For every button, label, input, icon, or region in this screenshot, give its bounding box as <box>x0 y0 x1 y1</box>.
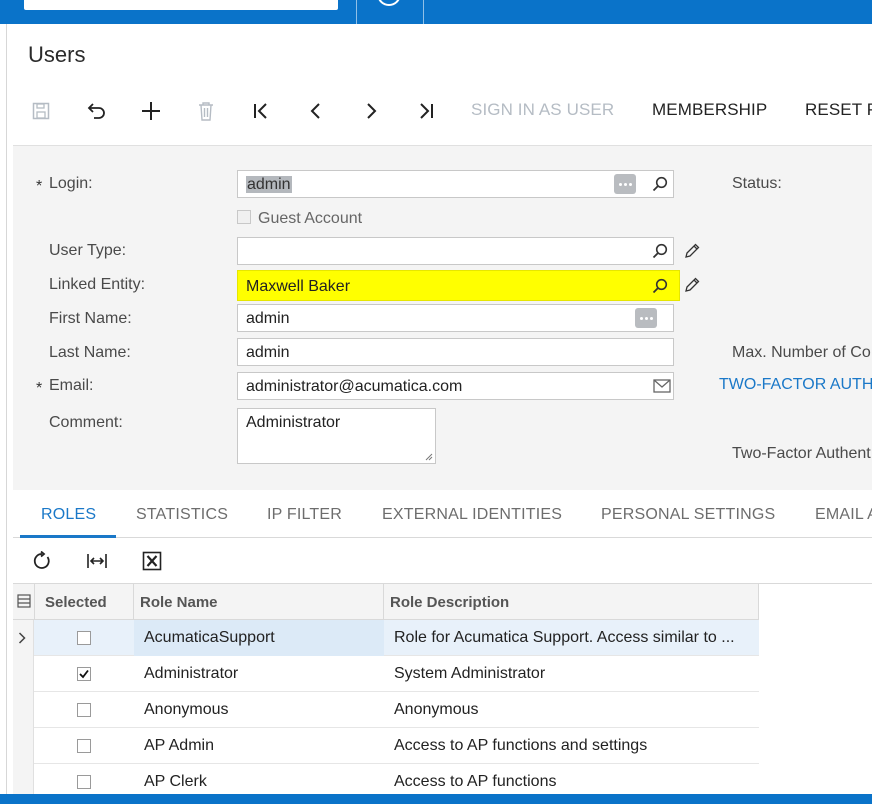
edit-pencil-icon[interactable] <box>683 276 701 294</box>
row-selector[interactable] <box>13 692 34 728</box>
excel-export-icon[interactable] <box>141 550 163 572</box>
bottom-bar <box>0 794 872 804</box>
grid-header: Selected Role Name Role Description <box>13 584 759 620</box>
user-type-label: User Type: <box>49 242 127 259</box>
grid-toolbar <box>13 538 872 584</box>
refresh-icon[interactable] <box>31 550 53 572</box>
last-name-field[interactable]: admin <box>237 338 674 366</box>
comment-value: Administrator <box>246 414 341 431</box>
tab-bar: ROLES STATISTICS IP FILTER EXTERNAL IDEN… <box>13 490 872 538</box>
left-divider <box>6 24 7 794</box>
topbar-divider <box>356 0 357 24</box>
tab-statistics[interactable]: STATISTICS <box>136 506 228 524</box>
mail-icon[interactable] <box>652 378 672 394</box>
linked-entity-label: Linked Entity: <box>49 276 146 293</box>
guest-account-checkbox[interactable] <box>237 210 251 224</box>
linked-entity-field[interactable]: Maxwell Baker <box>237 270 680 301</box>
role-name: AP Admin <box>144 737 214 754</box>
last-name-label: Last Name: <box>49 344 131 361</box>
form-toolbar: SIGN IN AS USER MEMBERSHIP RESET P <box>24 94 872 128</box>
first-name-field[interactable]: admin <box>237 304 674 332</box>
table-row[interactable]: AP Admin Access to AP functions and sett… <box>13 728 759 764</box>
role-description: System Administrator <box>394 665 546 682</box>
previous-icon[interactable] <box>299 94 333 128</box>
comment-label: Comment: <box>49 414 123 431</box>
two-factor-auth-link[interactable]: TWO-FACTOR AUTH <box>719 376 872 394</box>
next-icon[interactable] <box>354 94 388 128</box>
user-form: * Login: admin Guest Account User Type: … <box>13 145 872 490</box>
role-description: Access to AP functions <box>394 773 557 790</box>
max-connections-label: Max. Number of Co <box>732 344 871 361</box>
role-name: Anonymous <box>144 701 229 718</box>
checkmark-icon <box>79 669 89 679</box>
row-settings-icon[interactable] <box>17 594 31 608</box>
login-field[interactable]: admin <box>237 170 674 198</box>
user-type-field[interactable] <box>237 237 674 265</box>
last-record-icon[interactable] <box>409 94 443 128</box>
ellipsis-icon[interactable] <box>635 308 657 328</box>
resize-handle-icon[interactable] <box>425 453 433 461</box>
edit-pencil-icon[interactable] <box>683 242 701 260</box>
topbar-divider <box>423 0 424 24</box>
row-selector[interactable] <box>13 656 34 692</box>
row-selector[interactable] <box>13 620 34 656</box>
comment-textarea[interactable]: Administrator <box>237 408 436 464</box>
column-header-selected[interactable]: Selected <box>45 594 107 611</box>
role-description: Access to AP functions and settings <box>394 737 648 754</box>
role-description: Role for Acumatica Support. Access simil… <box>394 629 735 646</box>
login-value: admin <box>246 176 292 193</box>
delete-icon[interactable] <box>189 94 223 128</box>
tab-ip-filter[interactable]: IP FILTER <box>267 506 342 524</box>
required-marker: * <box>36 178 43 195</box>
selected-checkbox[interactable] <box>77 775 91 789</box>
email-field[interactable]: administrator@acumatica.com <box>237 372 674 400</box>
tab-roles[interactable]: ROLES <box>41 506 96 524</box>
lookup-icon[interactable] <box>651 175 669 193</box>
table-row[interactable]: Anonymous Anonymous <box>13 692 759 728</box>
current-row-chevron-icon <box>18 632 26 644</box>
tab-external-identities[interactable]: EXTERNAL IDENTITIES <box>382 506 562 524</box>
selected-checkbox[interactable] <box>77 631 91 645</box>
role-name: AcumaticaSupport <box>144 629 275 646</box>
required-marker: * <box>36 380 43 397</box>
status-label: Status: <box>732 175 782 192</box>
role-name: AP Clerk <box>144 773 207 790</box>
reset-password-button[interactable]: RESET P <box>805 100 872 120</box>
table-row[interactable]: Administrator System Administrator <box>13 656 759 692</box>
sign-in-as-user-button[interactable]: SIGN IN AS USER <box>471 100 614 120</box>
tab-personal-settings[interactable]: PERSONAL SETTINGS <box>601 506 775 524</box>
page-title: Users <box>28 42 86 67</box>
row-selector[interactable] <box>13 728 34 764</box>
lookup-icon[interactable] <box>651 242 669 260</box>
login-label: Login: <box>49 175 93 192</box>
selected-checkbox[interactable] <box>77 739 91 753</box>
add-icon[interactable] <box>134 94 168 128</box>
first-name-label: First Name: <box>49 310 132 327</box>
undo-icon[interactable] <box>79 94 113 128</box>
first-record-icon[interactable] <box>244 94 278 128</box>
role-description: Anonymous <box>394 701 479 718</box>
roles-grid: Selected Role Name Role Description Acum… <box>13 584 759 800</box>
save-icon[interactable] <box>24 94 58 128</box>
membership-button[interactable]: MEMBERSHIP <box>652 100 767 120</box>
column-header-role-description[interactable]: Role Description <box>390 594 509 611</box>
selected-checkbox[interactable] <box>77 667 91 681</box>
history-icon[interactable] <box>377 0 401 6</box>
top-bar <box>0 0 872 24</box>
role-name: Administrator <box>144 665 239 682</box>
two-factor-auth-label: Two-Factor Authent <box>732 445 871 462</box>
column-header-role-name[interactable]: Role Name <box>140 594 218 611</box>
table-row[interactable]: AcumaticaSupport Role for Acumatica Supp… <box>13 620 759 656</box>
lookup-icon[interactable] <box>651 277 669 295</box>
ellipsis-icon[interactable] <box>614 174 636 194</box>
global-search-input[interactable] <box>24 0 338 10</box>
tab-email-accounts[interactable]: EMAIL A <box>815 506 872 524</box>
guest-account-label: Guest Account <box>258 210 363 227</box>
fit-columns-icon[interactable] <box>86 550 108 572</box>
email-label: Email: <box>49 377 94 394</box>
selected-checkbox[interactable] <box>77 703 91 717</box>
